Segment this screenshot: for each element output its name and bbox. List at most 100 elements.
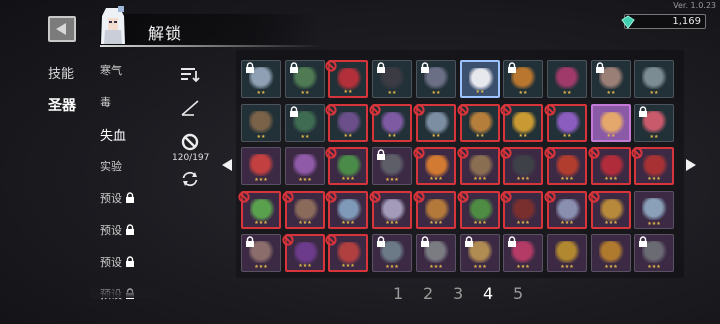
rarity-stars: ★★★	[254, 177, 268, 183]
relic-slot[interactable]: ★★★	[413, 147, 456, 185]
relic-slot[interactable]: ★★★	[588, 147, 631, 185]
relic-slot[interactable]: ★★	[285, 104, 325, 142]
rarity-stars: ★★★	[604, 176, 618, 182]
rarity-stars: ★★★	[429, 220, 443, 226]
relic-slot[interactable]: ★★★	[241, 234, 281, 272]
relic-slot[interactable]: ★★★	[325, 234, 368, 272]
relic-icon	[250, 199, 276, 221]
relic-slot[interactable]: ★★	[634, 60, 674, 98]
rarity-stars: ★★★	[429, 264, 443, 270]
title-underline	[100, 45, 322, 47]
subcategory-poison[interactable]: 毒	[100, 94, 111, 110]
subcategory-label: 毒	[100, 96, 111, 109]
relic-slot[interactable]: ★★★	[460, 234, 500, 272]
relic-slot[interactable]: ★★	[500, 101, 543, 142]
page-1[interactable]: 1	[393, 284, 403, 303]
relic-slot[interactable]: ★★★	[369, 191, 412, 229]
relic-slot[interactable]: ★★★	[591, 234, 631, 272]
relic-slot[interactable]: ★★★	[634, 234, 674, 272]
relic-slot[interactable]: ★★★	[500, 147, 543, 185]
lock-icon	[245, 58, 255, 77]
relic-slot[interactable]: ★★★	[544, 191, 587, 229]
relic-slot[interactable]: ★★	[372, 60, 412, 98]
relic-slot[interactable]: ★★	[285, 60, 325, 98]
relic-slot[interactable]: ★★★	[241, 147, 281, 185]
relic-slot[interactable]: ★★	[457, 104, 500, 142]
relic-slot[interactable]: ★★★	[325, 191, 368, 229]
currency-value: 1,169	[672, 16, 701, 27]
relic-slot[interactable]: ★★	[241, 104, 281, 142]
relic-slot[interactable]: ★★	[591, 60, 631, 98]
relic-slot[interactable]: ★★	[634, 104, 674, 142]
subcategory-bleed[interactable]: 失血	[100, 125, 126, 144]
relic-slot[interactable]: ★★	[413, 104, 456, 142]
relic-slot[interactable]: ★★★	[325, 147, 368, 185]
page-2[interactable]: 2	[423, 284, 433, 303]
subcategory-experiment[interactable]: 实验	[100, 158, 122, 174]
relic-slot[interactable]: ★★★	[457, 191, 500, 229]
subcategory-cold[interactable]: 寒气	[100, 62, 122, 78]
relic-slot[interactable]: ★★	[325, 57, 368, 98]
relic-slot[interactable]: ★★	[325, 101, 368, 142]
relic-slot[interactable]: ★★★	[588, 191, 631, 229]
relic-slot[interactable]: ★★★	[282, 188, 325, 229]
relic-slot[interactable]: ★★	[503, 60, 543, 98]
currency-display: 1,169	[621, 14, 706, 29]
ban-icon	[282, 188, 294, 207]
relic-slot[interactable]: ★★	[591, 104, 631, 142]
relic-slot[interactable]: ★★★	[372, 234, 412, 272]
relic-slot[interactable]: ★★★	[544, 147, 587, 185]
ban-icon	[325, 101, 337, 120]
subcategory-preset-3[interactable]: 预设	[100, 254, 135, 270]
relic-slot[interactable]: ★★★	[282, 234, 325, 272]
subcategory-preset-2[interactable]: 预设	[100, 222, 135, 238]
ban-icon	[500, 101, 512, 120]
lock-icon	[595, 58, 605, 77]
relic-slot[interactable]: ★★★	[503, 234, 543, 272]
relic-icon	[469, 112, 495, 134]
ban-icon	[544, 101, 556, 120]
arrow-right-icon[interactable]	[685, 158, 697, 172]
subcategory-preset-1[interactable]: 预设	[100, 190, 135, 206]
ban-icon[interactable]	[181, 133, 199, 151]
relic-icon	[469, 68, 495, 90]
rarity-stars: ★★★	[429, 176, 443, 182]
relic-slot[interactable]: ★★★	[547, 234, 587, 272]
lock-icon	[420, 232, 430, 251]
relic-slot[interactable]: ★★	[547, 60, 587, 98]
relic-slot[interactable]: ★★	[369, 104, 412, 142]
category-skills[interactable]: 技能	[48, 63, 74, 82]
relic-slot[interactable]: ★★★	[285, 147, 325, 185]
relic-slot[interactable]: ★★	[544, 101, 587, 142]
refresh-icon[interactable]	[180, 170, 200, 188]
page-3[interactable]: 3	[453, 284, 463, 303]
ban-count: 120/197	[172, 153, 210, 163]
sort-icon[interactable]	[180, 66, 200, 84]
relic-slot[interactable]: ★★★	[457, 147, 500, 185]
lock-icon	[125, 224, 135, 238]
page-4[interactable]: 4	[483, 284, 493, 303]
blade-filter-icon[interactable]	[180, 99, 200, 117]
ban-icon	[631, 144, 643, 163]
rarity-stars: ★★★	[298, 220, 312, 226]
relic-icon	[556, 112, 582, 134]
arrow-left-icon[interactable]	[221, 158, 233, 172]
relic-icon	[249, 154, 275, 176]
back-button[interactable]	[48, 16, 76, 42]
relic-slot[interactable]: ★★★	[372, 147, 412, 185]
rarity-stars: ★★	[562, 90, 572, 96]
relic-slot[interactable]: ★★★	[500, 191, 543, 229]
relic-slot[interactable]: ★★★	[631, 144, 674, 185]
relic-slot[interactable]: ★★★	[413, 191, 456, 229]
page-5[interactable]: 5	[513, 284, 523, 303]
relic-icon	[555, 67, 581, 89]
category-relics[interactable]: 圣器	[48, 95, 76, 115]
relic-slot[interactable]: ★★	[460, 60, 500, 98]
relic-slot[interactable]: ★★	[241, 60, 281, 98]
relic-slot[interactable]: ★★★	[416, 234, 456, 272]
relic-slot[interactable]: ★★★	[238, 191, 281, 229]
relic-slot[interactable]: ★★	[416, 60, 456, 98]
ban-icon	[325, 57, 337, 76]
relic-slot[interactable]: ★★★	[634, 191, 674, 229]
rarity-stars: ★★★	[604, 264, 618, 270]
